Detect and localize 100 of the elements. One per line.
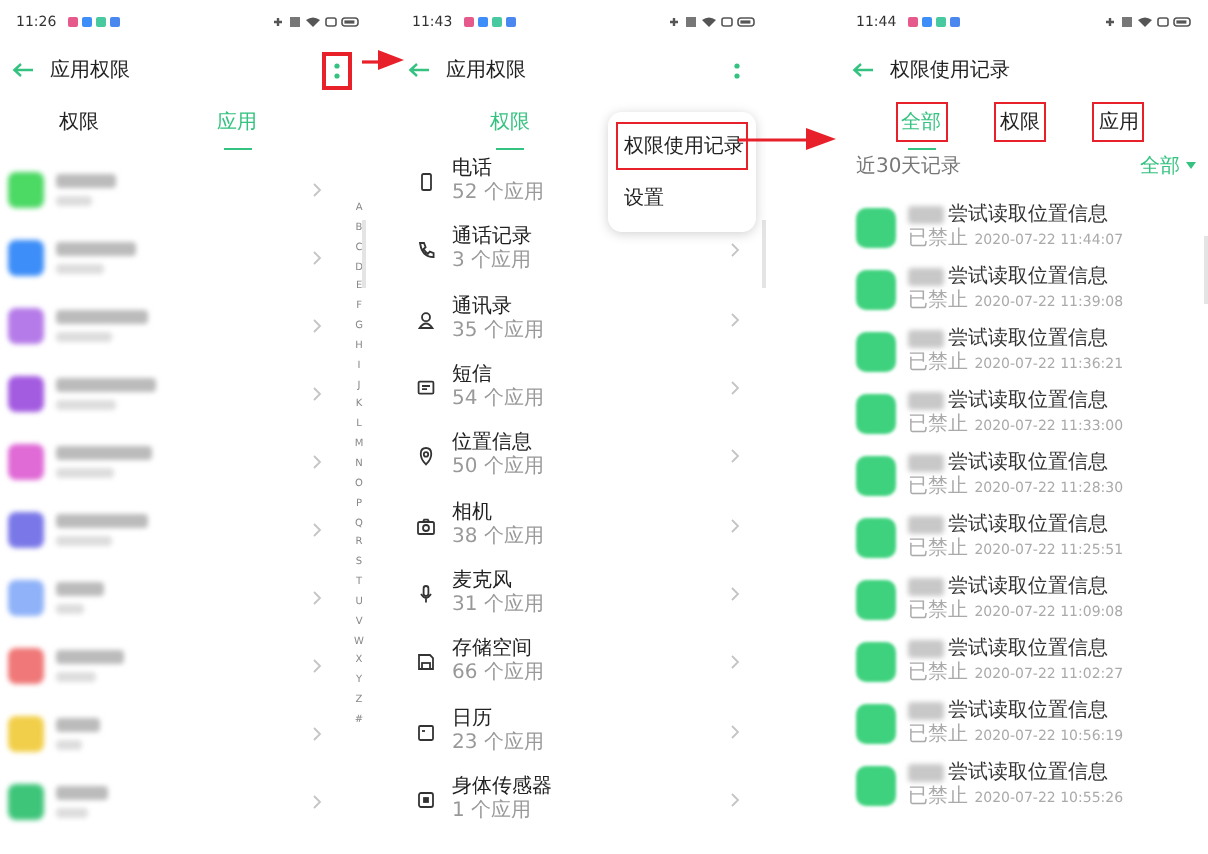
- chevron-icon: [312, 726, 322, 742]
- app-count: 35 个应用: [452, 319, 544, 344]
- redacted-app-name: [908, 454, 944, 472]
- permission-name: 通话记录: [452, 226, 532, 249]
- app-icon: [856, 641, 896, 681]
- back-arrow-icon: [852, 62, 874, 78]
- dropdown-caret-icon: [1186, 162, 1196, 170]
- redacted-app-name: [908, 578, 944, 596]
- redacted-app-name: [908, 392, 944, 410]
- menu-item[interactable]: 权限使用记录: [616, 122, 748, 170]
- status-icons-drawing: [668, 16, 756, 28]
- redacted-app-name: [56, 718, 100, 750]
- permission-name: 身体传感器: [452, 775, 552, 799]
- app-icon: [856, 393, 896, 433]
- back-button[interactable]: [12, 62, 34, 78]
- status-icons-drawing: [272, 16, 360, 28]
- redacted-app-name: [56, 310, 148, 342]
- screen-title: 权限使用记录: [890, 57, 1010, 84]
- chevron-icon: [312, 182, 322, 198]
- menu-item[interactable]: 设置: [616, 174, 748, 222]
- app-count: 50 个应用: [452, 456, 544, 481]
- redacted-app-name: [908, 330, 944, 348]
- sensor-icon: [416, 789, 436, 810]
- chevron-icon: [312, 386, 322, 402]
- redacted-app-name: [56, 650, 124, 682]
- app-icon: [856, 455, 896, 495]
- permission-name: 麦克风: [452, 569, 514, 593]
- annotation-arrow: [362, 50, 404, 70]
- chevron-icon: [730, 723, 740, 740]
- back-button[interactable]: [408, 62, 430, 78]
- app-icon: [856, 269, 896, 309]
- app-count: 52 个应用: [452, 182, 544, 207]
- record-action: 尝试读取位置信息: [948, 327, 1108, 351]
- app-count: 38 个应用: [452, 525, 544, 550]
- permission-name: 日历: [452, 707, 494, 732]
- back-arrow-icon: [408, 62, 430, 78]
- app-count: 1 个应用: [452, 799, 534, 824]
- range-label: 近30天记录: [856, 153, 962, 180]
- more-options-icon: [334, 61, 340, 79]
- redacted-app-name: [908, 702, 944, 720]
- app-icon: [856, 517, 896, 557]
- status-icons-drawing: [1104, 16, 1192, 28]
- filter-dropdown[interactable]: 全部: [1140, 152, 1196, 180]
- record-action: 尝试读取位置信息: [948, 451, 1108, 475]
- handset-icon: [416, 240, 436, 261]
- person-icon: [416, 309, 436, 330]
- redacted-app-name: [56, 242, 136, 274]
- redacted-app-name: [908, 640, 944, 658]
- calendar-icon: [416, 721, 436, 742]
- redacted-app-name: [908, 764, 944, 782]
- location-pin-icon: [416, 446, 436, 467]
- chevron-icon: [730, 448, 740, 465]
- permission-name: 通讯录: [452, 295, 514, 319]
- permission-name: 电话: [452, 158, 494, 182]
- back-button[interactable]: [852, 62, 874, 78]
- app-count: 66 个应用: [452, 662, 544, 687]
- screen-title: 应用权限: [446, 57, 526, 84]
- chevron-icon: [730, 585, 740, 602]
- more-menu-button[interactable]: [322, 51, 352, 89]
- permission-name: 位置信息: [452, 432, 534, 455]
- redacted-app-name: [56, 786, 108, 818]
- chevron-icon: [730, 654, 740, 671]
- chevron-icon: [730, 311, 740, 328]
- app-count: 23 个应用: [452, 731, 544, 756]
- chevron-icon: [312, 658, 322, 674]
- chevron-icon: [730, 791, 740, 808]
- chevron-icon: [312, 318, 322, 334]
- storage-icon: [416, 652, 436, 673]
- record-action: 尝试读取位置信息: [948, 265, 1108, 289]
- redacted-app-name: [56, 378, 156, 410]
- chevron-icon: [730, 242, 740, 259]
- app-icon: [856, 207, 896, 247]
- record-action: 尝试读取位置信息: [948, 699, 1108, 723]
- record-action: 尝试读取位置信息: [948, 389, 1108, 413]
- permission-name: 相机: [452, 501, 494, 526]
- record-action: 尝试读取位置信息: [948, 575, 1108, 599]
- notification-icons-drawing: [908, 16, 961, 28]
- notification-icons-drawing: [464, 16, 517, 28]
- record-action: 尝试读取位置信息: [948, 761, 1108, 785]
- chevron-icon: [312, 590, 322, 606]
- chevron-icon: [312, 250, 322, 266]
- tab[interactable]: 权限: [993, 102, 1046, 142]
- tab[interactable]: 应用: [1092, 102, 1145, 142]
- chevron-icon: [312, 454, 322, 470]
- notification-icons-drawing: [68, 16, 121, 28]
- redacted-app-name: [908, 268, 944, 286]
- message-icon: [416, 378, 436, 399]
- camera-icon: [416, 515, 436, 536]
- screen-title: 应用权限: [50, 57, 130, 84]
- app-count: 31 个应用: [452, 593, 544, 618]
- app-icon: [856, 579, 896, 619]
- app-icon: [856, 331, 896, 371]
- record-action: 尝试读取位置信息: [948, 203, 1108, 227]
- permission-name: 存储空间: [452, 638, 534, 661]
- record-action: 尝试读取位置信息: [948, 513, 1108, 537]
- redacted-app-name: [56, 174, 116, 206]
- tab[interactable]: 权限: [53, 102, 105, 142]
- permission-name: 短信: [452, 364, 494, 388]
- app-count: 3 个应用: [452, 250, 532, 275]
- more-options-icon: [734, 61, 740, 79]
